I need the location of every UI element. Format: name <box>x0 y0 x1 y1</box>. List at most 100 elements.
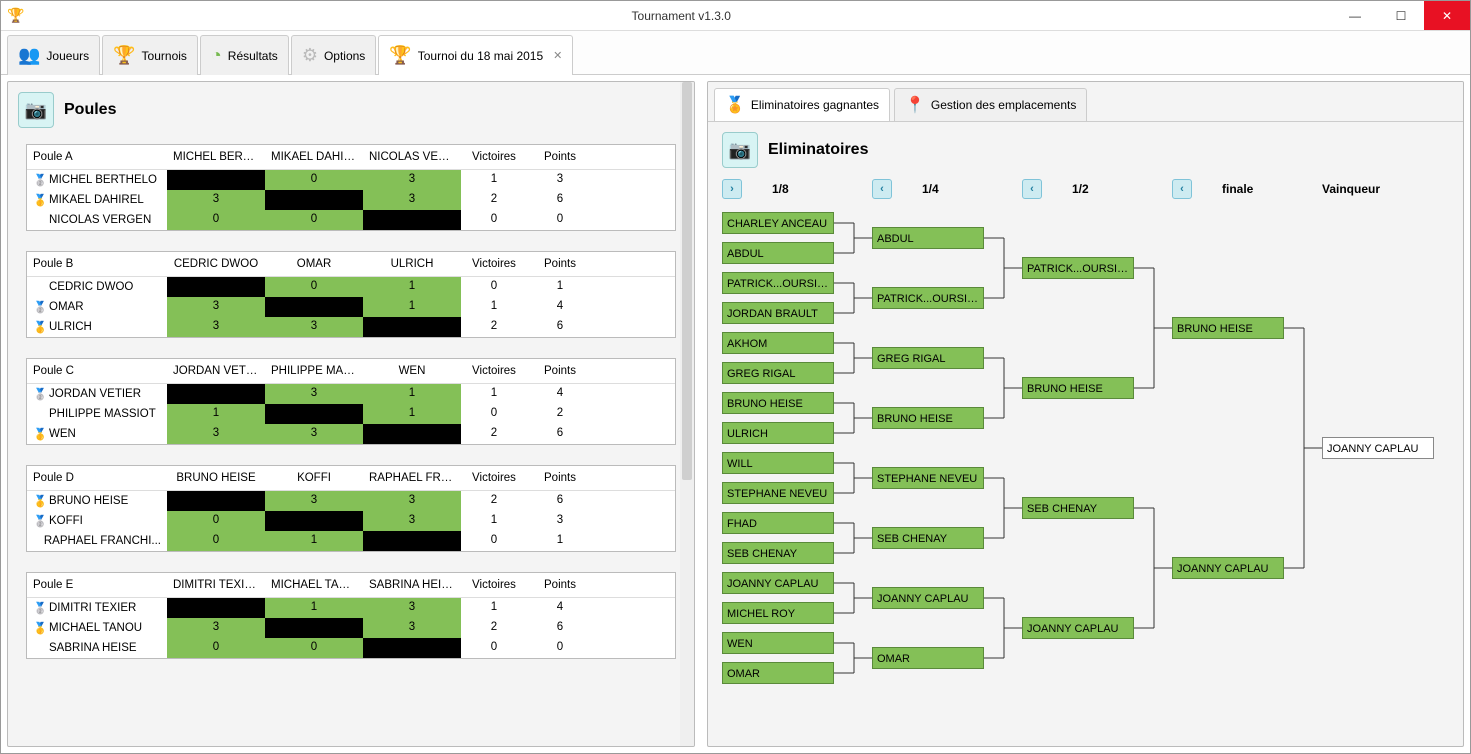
player-name: KOFFI <box>49 515 83 527</box>
medal-icon: 🥈 <box>33 601 45 615</box>
winner-seed[interactable]: JOANNY CAPLAU <box>1322 437 1434 459</box>
bracket-seed[interactable]: JORDAN BRAULT <box>722 302 834 324</box>
content-area: 📷 Poules Poule AMICHEL BERTH...MIKAEL DA… <box>1 75 1470 753</box>
player-cell: 🥈OMAR <box>27 297 167 317</box>
tab-resultats[interactable]: ◔ Résultats <box>200 35 289 75</box>
bracket-seed[interactable]: OMAR <box>872 647 984 669</box>
bracket-seed[interactable]: GREG RIGAL <box>872 347 984 369</box>
points-cell: 6 <box>527 190 593 210</box>
tab-current-tournament[interactable]: 🏆 Tournoi du 18 mai 2015 ✕ <box>378 35 573 75</box>
bracket-seed[interactable]: GREG RIGAL <box>722 362 834 384</box>
player-cell: NICOLAS VERGEN <box>27 210 167 230</box>
window-title: Tournament v1.3.0 <box>30 9 1332 23</box>
minimize-button[interactable]: — <box>1332 1 1378 30</box>
poules-title: Poules <box>64 101 116 119</box>
app-trophy-icon: 🏆 <box>7 7 24 24</box>
score-cell: 3 <box>167 297 265 317</box>
tab-tournois[interactable]: 🏆 Tournois <box>102 35 198 75</box>
bracket-seed[interactable]: OMAR <box>722 662 834 684</box>
points-cell: 4 <box>527 598 593 618</box>
tab-joueurs[interactable]: 👥 Joueurs <box>7 35 100 75</box>
bracket-seed[interactable]: BRUNO HEISE <box>1172 317 1284 339</box>
bracket-seed[interactable]: JOANNY CAPLAU <box>872 587 984 609</box>
poule-column-header: ULRICH <box>363 252 461 276</box>
camera-button[interactable]: 📷 <box>18 92 54 128</box>
app-window: 🏆 Tournament v1.3.0 — ☐ ✕ 👥 Joueurs 🏆 To… <box>0 0 1471 754</box>
close-button[interactable]: ✕ <box>1424 1 1470 30</box>
main-tabs: 👥 Joueurs 🏆 Tournois ◔ Résultats ⚙ Optio… <box>1 31 1470 75</box>
bracket-seed[interactable]: BRUNO HEISE <box>872 407 984 429</box>
poule-stat-header: Points <box>527 145 593 169</box>
gear-icon: ⚙ <box>302 45 318 66</box>
score-cell: 1 <box>363 384 461 404</box>
camera-button[interactable]: 📷 <box>722 132 758 168</box>
bracket-seed[interactable]: JOANNY CAPLAU <box>1172 557 1284 579</box>
maximize-button[interactable]: ☐ <box>1378 1 1424 30</box>
victoires-cell: 2 <box>461 618 527 638</box>
score-cell: 0 <box>265 170 363 190</box>
score-cell: 0 <box>167 511 265 531</box>
bracket-seed[interactable]: PATRICK...OURSIKO <box>872 287 984 309</box>
bracket-seed[interactable]: SEB CHENAY <box>722 542 834 564</box>
bracket-seed[interactable]: WEN <box>722 632 834 654</box>
bracket-seed[interactable]: JOANNY CAPLAU <box>722 572 834 594</box>
tab-label: Résultats <box>228 49 278 63</box>
vertical-scrollbar[interactable] <box>680 82 694 746</box>
round-label: 1/8 <box>772 182 789 196</box>
bracket-seed[interactable]: ABDUL <box>872 227 984 249</box>
player-cell: 🥇ULRICH <box>27 317 167 337</box>
subtab-emplacements[interactable]: 📍 Gestion des emplacements <box>894 88 1087 121</box>
elim-header: 📷 Eliminatoires <box>722 132 1449 172</box>
poule-column-header: BRUNO HEISE <box>167 466 265 490</box>
score-cell <box>265 190 363 210</box>
round-nav-next[interactable]: › <box>722 179 742 199</box>
close-tab-icon[interactable]: ✕ <box>553 49 562 62</box>
bracket-seed[interactable]: PATRICK...OURSIKO <box>722 272 834 294</box>
round-nav-prev[interactable]: ‹ <box>1022 179 1042 199</box>
score-cell: 3 <box>167 424 265 444</box>
bracket-seed[interactable]: ULRICH <box>722 422 834 444</box>
player-cell: 🥇WEN <box>27 424 167 444</box>
poule-player-row: PHILIPPE MASSIOT1102 <box>27 404 675 424</box>
bracket-seed[interactable]: JOANNY CAPLAU <box>1022 617 1134 639</box>
poule-header-row: Poule EDIMITRI TEXIERMICHAEL TANOUSABRIN… <box>27 573 675 598</box>
round-nav-prev[interactable]: ‹ <box>1172 179 1192 199</box>
tab-options[interactable]: ⚙ Options <box>291 35 377 75</box>
bracket-seed[interactable]: MICHEL ROY <box>722 602 834 624</box>
trophy-icon: 🏆 <box>389 45 411 66</box>
bracket-seed[interactable]: WILL <box>722 452 834 474</box>
tab-label: Options <box>324 49 365 63</box>
bracket-seed[interactable]: FHAD <box>722 512 834 534</box>
bracket-seed[interactable]: BRUNO HEISE <box>1022 377 1134 399</box>
medal-icon <box>33 407 45 421</box>
bracket-seed[interactable]: AKHOM <box>722 332 834 354</box>
round-nav-prev[interactable]: ‹ <box>872 179 892 199</box>
bracket-seed[interactable]: CHARLEY ANCEAU <box>722 212 834 234</box>
subtab-eliminatoires[interactable]: 🏅 Eliminatoires gagnantes <box>714 88 890 121</box>
poule-box: Poule AMICHEL BERTH...MIKAEL DAHIRELNICO… <box>26 144 676 231</box>
window-buttons: — ☐ ✕ <box>1332 1 1470 30</box>
bracket-seed[interactable]: STEPHANE NEVEU <box>872 467 984 489</box>
bracket-seed[interactable]: STEPHANE NEVEU <box>722 482 834 504</box>
poule-stat-header: Points <box>527 573 593 597</box>
victoires-cell: 1 <box>461 598 527 618</box>
player-cell: 🥈DIMITRI TEXIER <box>27 598 167 618</box>
player-cell: 🥈KOFFI <box>27 511 167 531</box>
poule-player-row: NICOLAS VERGEN0000 <box>27 210 675 230</box>
bracket-seed[interactable]: BRUNO HEISE <box>722 392 834 414</box>
player-name: RAPHAEL FRANCHI... <box>44 535 161 547</box>
score-cell <box>363 638 461 658</box>
poule-name: Poule A <box>27 145 167 169</box>
victoires-cell: 0 <box>461 404 527 424</box>
poule-header-row: Poule AMICHEL BERTH...MIKAEL DAHIRELNICO… <box>27 145 675 170</box>
score-cell <box>363 531 461 551</box>
eliminatoires-panel: 🏅 Eliminatoires gagnantes 📍 Gestion des … <box>707 81 1464 747</box>
bracket-seed[interactable]: SEB CHENAY <box>1022 497 1134 519</box>
poule-name: Poule C <box>27 359 167 383</box>
poule-stat-header: Points <box>527 466 593 490</box>
bracket-seed[interactable]: PATRICK...OURSIKO <box>1022 257 1134 279</box>
points-cell: 1 <box>527 531 593 551</box>
medal-icon: 🥇 <box>33 193 45 207</box>
bracket-seed[interactable]: SEB CHENAY <box>872 527 984 549</box>
bracket-seed[interactable]: ABDUL <box>722 242 834 264</box>
